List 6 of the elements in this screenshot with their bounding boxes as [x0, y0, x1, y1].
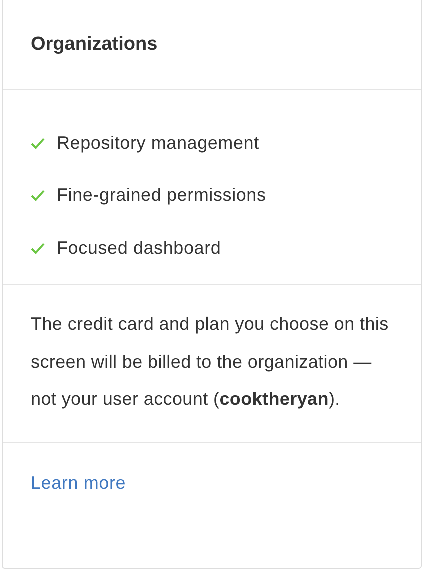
billing-note: The credit card and plan you choose on this screen will be billed to the organization — not your user account (cooktheryan). [31, 313, 390, 411]
feature-label: Repository management [57, 132, 260, 154]
feature-label: Fine-grained permissions [57, 185, 266, 206]
card-title: Organizations [31, 34, 158, 56]
feature-label: Focused dashboard [57, 238, 222, 259]
learn-more-link[interactable]: Learn more [31, 472, 126, 492]
